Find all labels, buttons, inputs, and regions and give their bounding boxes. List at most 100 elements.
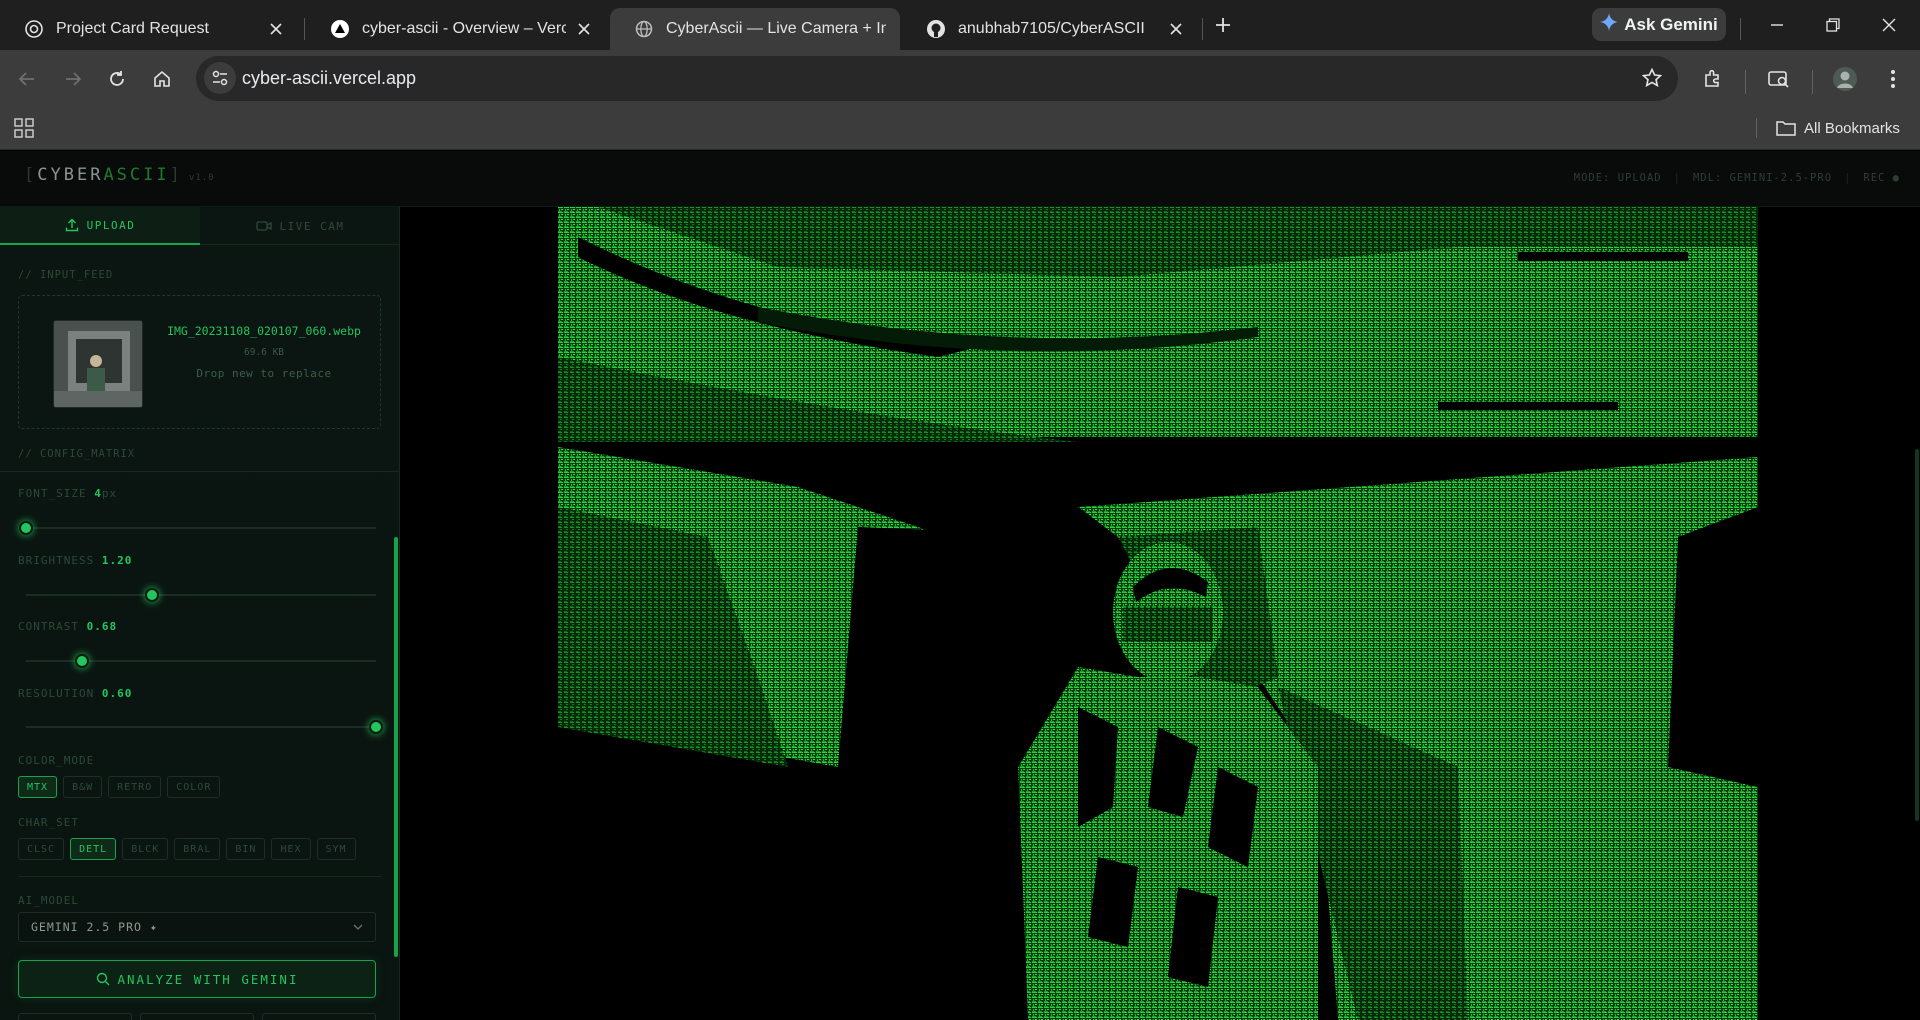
bookmark-star-icon[interactable]: [1640, 66, 1664, 90]
close-icon[interactable]: [266, 19, 286, 39]
close-window-button[interactable]: [1876, 12, 1902, 38]
all-bookmarks-button[interactable]: All Bookmarks: [1776, 116, 1900, 140]
config-matrix-label: // CONFIG_MATRIX: [18, 448, 136, 460]
resolution-label: RESOLUTION 0.60: [18, 687, 132, 700]
font-size-slider[interactable]: [19, 521, 376, 535]
tab-upload[interactable]: UPLOAD: [0, 207, 200, 245]
char-set-option[interactable]: BRAL: [174, 838, 221, 860]
char-set-option[interactable]: CLSC: [18, 838, 65, 860]
tab-project-card-request[interactable]: Project Card Request: [0, 8, 300, 50]
plus-icon: [1216, 18, 1230, 32]
tab-search-icon[interactable]: [1764, 64, 1794, 94]
more-menu-icon[interactable]: [1878, 64, 1908, 94]
tab-title: Project Card Request: [56, 20, 209, 37]
tab-title: CyberAscii — Live Camera + Im: [666, 20, 886, 37]
app-version: v1.0: [188, 173, 215, 183]
url-text[interactable]: cyber-ascii.vercel.app: [242, 68, 416, 89]
model-status: MDL: GEMINI-2.5-PRO: [1692, 172, 1833, 184]
tab-separator: [1202, 18, 1203, 40]
color-mode-option[interactable]: B&W: [63, 776, 103, 798]
reload-button[interactable]: [102, 64, 132, 94]
action-buttons: [18, 1013, 376, 1020]
action-button[interactable]: [140, 1013, 254, 1020]
action-button[interactable]: [262, 1013, 376, 1020]
control-sidebar: UPLOAD LIVE CAM // INPUT_FEED IMG_202311…: [0, 207, 400, 1020]
status-divider: |: [1673, 172, 1681, 184]
back-button[interactable]: [12, 64, 42, 94]
char-set-option[interactable]: SYM: [316, 838, 356, 860]
status-divider: |: [1844, 172, 1852, 184]
openai-icon: [24, 19, 44, 39]
address-bar[interactable]: cyber-ascii.vercel.app: [196, 56, 1678, 101]
chevron-down-icon: [353, 924, 363, 930]
file-size: 69.6 KB: [243, 347, 285, 358]
ai-model-selected: GEMINI 2.5 PRO ✦: [31, 920, 158, 934]
close-icon[interactable]: [574, 19, 594, 39]
brightness-slider-handle[interactable]: [145, 588, 159, 602]
tab-title: anubhab7105/CyberASCII: [958, 20, 1145, 37]
all-bookmarks-label: All Bookmarks: [1804, 119, 1900, 137]
char-set-option[interactable]: BIN: [226, 838, 266, 860]
contrast-slider[interactable]: [26, 654, 376, 668]
rec-status: REC ●: [1863, 172, 1900, 184]
avatar[interactable]: [1830, 64, 1860, 94]
tab-vercel-overview[interactable]: cyber-ascii - Overview – Vercel: [306, 8, 608, 50]
section-divider: [18, 876, 382, 877]
logo-ascii: ASCII: [103, 165, 170, 185]
close-icon[interactable]: [1166, 19, 1186, 39]
color-mode-options: MTX B&W RETRO COLOR: [18, 776, 221, 798]
color-mode-option[interactable]: COLOR: [167, 776, 221, 798]
color-mode-option[interactable]: RETRO: [108, 776, 162, 798]
resolution-slider[interactable]: [26, 720, 383, 734]
resolution-slider-handle[interactable]: [369, 720, 383, 734]
action-button[interactable]: [18, 1013, 132, 1020]
char-set-option[interactable]: HEX: [271, 838, 311, 860]
replace-hint: Drop new to replace: [196, 367, 332, 380]
ask-gemini-button[interactable]: Ask Gemini: [1592, 8, 1726, 41]
app-logo: [CYBERASCII] v1.0: [24, 165, 215, 185]
site-info-icon[interactable]: [204, 62, 236, 94]
sidebar-scrollbar[interactable]: [394, 537, 398, 957]
font-size-unit: px: [101, 487, 118, 500]
ai-model-select[interactable]: GEMINI 2.5 PRO ✦: [18, 912, 376, 942]
font-size-slider-handle[interactable]: [19, 521, 33, 535]
tab-separator: [304, 18, 305, 40]
resolution-value: 0.60: [101, 687, 133, 700]
minimize-button[interactable]: [1764, 12, 1790, 38]
tab-github-repo[interactable]: anubhab7105/CyberASCII: [902, 8, 1200, 50]
logo-bracket: [: [24, 165, 38, 185]
tab-live-cam[interactable]: LIVE CAM: [200, 207, 399, 245]
font-size-name: FONT_SIZE: [18, 487, 87, 500]
vercel-icon: [330, 19, 350, 39]
folder-icon: [1776, 121, 1796, 136]
arrow-right-icon: [66, 72, 82, 86]
extensions-icon[interactable]: [1698, 64, 1728, 94]
brightness-slider[interactable]: [26, 588, 376, 602]
tab-upload-label: UPLOAD: [86, 218, 136, 232]
page-scrollbar[interactable]: [1915, 449, 1919, 821]
logo-bracket: ]: [169, 165, 183, 185]
contrast-slider-handle[interactable]: [75, 654, 89, 668]
forward-button[interactable]: [58, 64, 88, 94]
restore-button[interactable]: [1820, 12, 1846, 38]
home-button[interactable]: [147, 64, 177, 94]
tab-live-cam-label: LIVE CAM: [279, 219, 345, 233]
input-feed-label: // INPUT_FEED: [18, 269, 114, 281]
char-set-option[interactable]: BLCK: [122, 838, 169, 860]
upload-icon: [65, 218, 78, 232]
new-tab-button[interactable]: [1212, 12, 1234, 38]
tab-cyberascii[interactable]: CyberAscii — Live Camera + Im: [610, 8, 900, 50]
logo-cyber: CYBER: [37, 165, 104, 185]
analyze-label: ANALYZE WITH GEMINI: [117, 971, 299, 987]
color-mode-option[interactable]: MTX: [18, 776, 58, 798]
analyze-with-gemini-button[interactable]: ANALYZE WITH GEMINI: [18, 960, 376, 998]
contrast-label: CONTRAST 0.68: [18, 620, 117, 633]
upload-dropzone[interactable]: IMG_20231108_020107_060.webp 69.6 KB Dro…: [18, 295, 381, 429]
tab-separator: [1740, 18, 1741, 40]
toolbar-separator: [1745, 70, 1746, 94]
arrow-left-icon: [18, 72, 34, 86]
brightness-value: 1.20: [101, 554, 133, 567]
apps-grid-icon[interactable]: [14, 118, 34, 143]
char-set-option[interactable]: DETL: [70, 838, 117, 860]
font-size-label: FONT_SIZE 4px: [18, 487, 117, 500]
